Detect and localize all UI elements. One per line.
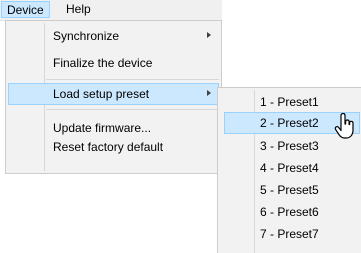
menu-item-update-firmware[interactable]: Update firmware...	[8, 119, 219, 137]
menu-item-label: Update firmware...	[53, 121, 152, 135]
submenu-item-preset6[interactable]: 6 - Preset6	[220, 201, 360, 223]
submenu-item-label: 2 - Preset2	[260, 116, 319, 130]
submenu-item-preset5[interactable]: 5 - Preset5	[220, 179, 360, 201]
submenu-item-preset1[interactable]: 1 - Preset1	[220, 91, 360, 113]
menu-item-synchronize[interactable]: Synchronize	[8, 25, 219, 47]
submenu-item-label: 4 - Preset4	[260, 161, 319, 175]
submenu-item-label: 6 - Preset6	[260, 205, 319, 219]
submenu-item-preset4[interactable]: 4 - Preset4	[220, 157, 360, 179]
submenu-item-label: 3 - Preset3	[260, 139, 319, 153]
menu-item-label: Load setup preset	[53, 87, 150, 101]
menu-separator	[46, 79, 219, 80]
menu-item-label: Synchronize	[53, 29, 120, 43]
menu-separator	[46, 109, 219, 110]
submenu-item-label: 1 - Preset1	[260, 95, 319, 109]
menu-item-label: Finalize the device	[53, 56, 153, 70]
hand-cursor-icon	[334, 112, 354, 139]
submenu-arrow-icon	[207, 90, 211, 96]
menu-item-label: Reset factory default	[53, 140, 164, 154]
device-menu: Synchronize Finalize the device Load set…	[5, 20, 222, 174]
menubar-help[interactable]: Help	[61, 1, 96, 18]
submenu-arrow-icon	[207, 32, 211, 38]
menu-item-finalize[interactable]: Finalize the device	[8, 52, 219, 74]
menu-item-reset-factory[interactable]: Reset factory default	[8, 138, 219, 156]
menu-bar: Device Help	[0, 0, 222, 21]
submenu-item-label: 7 - Preset7	[260, 227, 319, 241]
submenu-item-label: 5 - Preset5	[260, 183, 319, 197]
menu-item-load-setup-preset[interactable]: Load setup preset	[8, 83, 219, 105]
submenu-item-preset7[interactable]: 7 - Preset7	[220, 223, 360, 245]
menubar-device[interactable]: Device	[1, 1, 50, 18]
